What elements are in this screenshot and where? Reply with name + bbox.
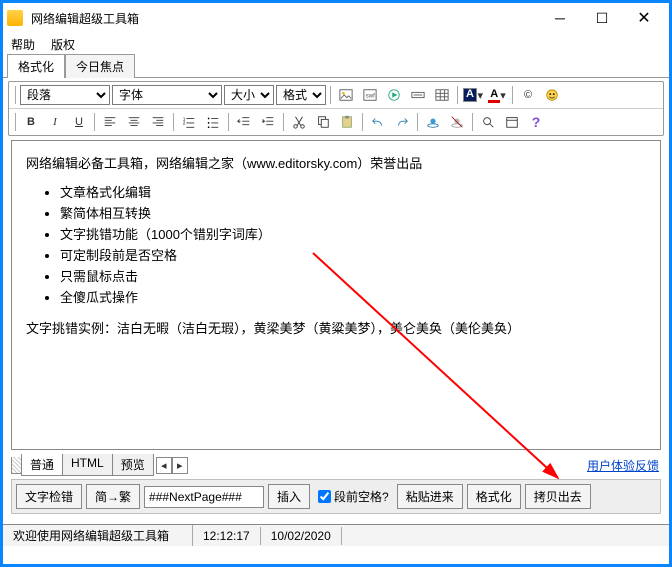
bg-color-icon[interactable]: A▾ [462, 85, 484, 105]
app-icon [7, 10, 23, 26]
feedback-link[interactable]: 用户体验反馈 [587, 457, 659, 474]
media-icon[interactable] [383, 85, 405, 105]
redo-icon[interactable] [391, 112, 413, 132]
copy-out-button[interactable]: 拷贝出去 [525, 484, 591, 509]
example-text: 文字挑错实例：洁白无暇（洁白无瑕），黄梁美梦（黄粱美梦），美仑美奂（美伦美奂） [26, 318, 646, 337]
align-left-icon[interactable] [99, 112, 121, 132]
view-tab-html[interactable]: HTML [63, 454, 113, 475]
toolbars: 段落 字体 大小 格式 swf A▾ A▾ © B I U 12 [8, 81, 664, 136]
nextpage-input[interactable] [144, 486, 264, 508]
window-title: 网络编辑超级工具箱 [31, 10, 539, 27]
align-center-icon[interactable] [123, 112, 145, 132]
ordered-list-icon[interactable]: 12 [178, 112, 200, 132]
list-item: 文字挑错功能（1000个错别字词库） [60, 224, 646, 243]
maximize-button[interactable]: ☐ [581, 4, 623, 32]
help-icon[interactable]: ? [525, 112, 547, 132]
minimize-button[interactable]: ─ [539, 4, 581, 32]
view-tab-preview[interactable]: 预览 [113, 454, 153, 475]
font-select[interactable]: 字体 [112, 85, 222, 105]
outdent-icon[interactable] [233, 112, 255, 132]
insert-button[interactable]: 插入 [268, 484, 310, 509]
menubar: 帮助 版权 [3, 33, 669, 55]
feature-list: 文章格式化编辑 繁简体相互转换 文字挑错功能（1000个错别字词库） 可定制段前… [60, 182, 646, 306]
indent-icon[interactable] [257, 112, 279, 132]
style-select[interactable]: 格式 [276, 85, 326, 105]
action-bar: 文字检错 简→繁 插入 段前空格? 粘贴进来 格式化 拷贝出去 [11, 479, 661, 514]
align-right-icon[interactable] [147, 112, 169, 132]
paragraph-select[interactable]: 段落 [20, 85, 110, 105]
menu-copyright[interactable]: 版权 [51, 36, 75, 53]
intro-text: 网络编辑必备工具箱，网络编辑之家（www.editorsky.com）荣誉出品 [26, 153, 646, 172]
scroll-right-icon[interactable]: ▸ [172, 457, 188, 474]
cut-icon[interactable] [288, 112, 310, 132]
space-before-input[interactable] [318, 490, 331, 503]
status-time: 12:12:17 [193, 527, 261, 545]
list-item: 文章格式化编辑 [60, 182, 646, 201]
symbol-icon[interactable]: © [517, 85, 539, 105]
spellcheck-button[interactable]: 文字检错 [16, 484, 82, 509]
marquee-icon[interactable] [407, 85, 429, 105]
scroll-arrows: ◂ ▸ [156, 457, 188, 474]
image-icon[interactable] [335, 85, 357, 105]
menu-help[interactable]: 帮助 [11, 36, 35, 53]
link-icon[interactable] [422, 112, 444, 132]
status-welcome: 欢迎使用网络编辑超级工具箱 [3, 525, 193, 546]
table-icon[interactable] [431, 85, 453, 105]
size-select[interactable]: 大小 [224, 85, 274, 105]
italic-button[interactable]: I [44, 112, 66, 132]
toolbar-row-2: B I U 12 ? [9, 108, 663, 135]
editor-area[interactable]: 网络编辑必备工具箱，网络编辑之家（www.editorsky.com）荣誉出品 … [11, 140, 661, 450]
list-item: 全傻瓜式操作 [60, 287, 646, 306]
swf-icon[interactable]: swf [359, 85, 381, 105]
underline-button[interactable]: U [68, 112, 90, 132]
titlebar: 网络编辑超级工具箱 ─ ☐ ✕ [3, 3, 669, 33]
emoji-icon[interactable] [541, 85, 563, 105]
list-item: 繁简体相互转换 [60, 203, 646, 222]
toolbar-row-1: 段落 字体 大小 格式 swf A▾ A▾ © [9, 82, 663, 108]
bold-button[interactable]: B [20, 112, 42, 132]
copy-icon[interactable] [312, 112, 334, 132]
undo-icon[interactable] [367, 112, 389, 132]
scroll-left-icon[interactable]: ◂ [156, 457, 172, 474]
simp-to-trad-button[interactable]: 简→繁 [86, 484, 140, 509]
svg-text:2: 2 [183, 121, 186, 126]
status-bar: 欢迎使用网络编辑超级工具箱 12:12:17 10/02/2020 [3, 524, 669, 546]
date-icon[interactable] [501, 112, 523, 132]
unordered-list-icon[interactable] [202, 112, 224, 132]
close-button[interactable]: ✕ [623, 4, 665, 32]
list-item: 只需鼠标点击 [60, 266, 646, 285]
unlink-icon[interactable] [446, 112, 468, 132]
space-before-checkbox[interactable]: 段前空格? [318, 488, 389, 505]
view-tabs-row: 普通 HTML 预览 ◂ ▸ 用户体验反馈 [11, 454, 661, 476]
main-tabs: 格式化 今日焦点 [3, 55, 669, 78]
tab-gutter [11, 457, 21, 474]
find-icon[interactable] [477, 112, 499, 132]
space-before-label: 段前空格? [334, 488, 389, 505]
tab-format[interactable]: 格式化 [7, 54, 65, 78]
svg-text:swf: swf [366, 93, 375, 100]
font-color-icon[interactable]: A▾ [486, 85, 508, 105]
tab-today[interactable]: 今日焦点 [65, 54, 135, 78]
paste-icon[interactable] [336, 112, 358, 132]
format-button[interactable]: 格式化 [467, 484, 521, 509]
paste-in-button[interactable]: 粘贴进来 [397, 484, 463, 509]
status-date: 10/02/2020 [261, 527, 342, 545]
view-tab-normal[interactable]: 普通 [22, 454, 63, 475]
list-item: 可定制段前是否空格 [60, 245, 646, 264]
